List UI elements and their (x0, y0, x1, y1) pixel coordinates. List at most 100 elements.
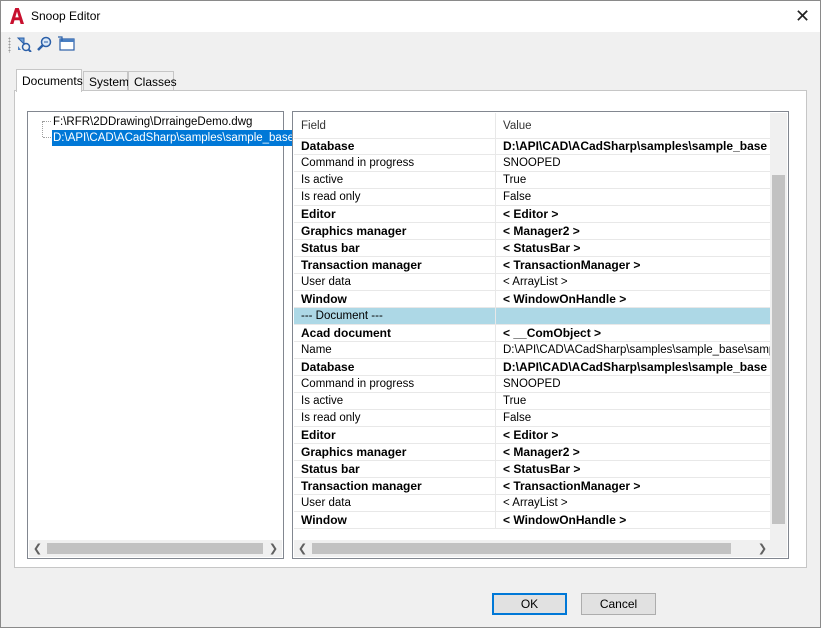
value-cell: D:\API\CAD\ACadSharp\samples\sample_base (503, 360, 768, 374)
value-cell: < TransactionManager > (503, 479, 641, 493)
value-cell: SNOOPED (503, 378, 561, 390)
value-cell: < StatusBar > (503, 241, 581, 255)
tab-documents[interactable]: Documents (16, 69, 83, 92)
grid-row[interactable]: Database D:\API\CAD\ACadSharp\samples\sam… (294, 359, 771, 376)
scroll-right-arrow-icon[interactable]: ❯ (754, 540, 771, 557)
value-cell: < Editor > (503, 428, 559, 442)
tab-system[interactable]: System (83, 71, 130, 91)
field-cell: User data (294, 274, 496, 290)
tree-connector (43, 121, 51, 122)
field-cell: Is read only (294, 189, 496, 205)
scroll-thumb[interactable] (312, 543, 731, 554)
grid-row[interactable]: Editor < Editor > (294, 206, 771, 223)
grid-row[interactable]: Is active True (294, 172, 771, 189)
close-button[interactable]: ✕ (785, 1, 820, 32)
value-cell: D:\API\CAD\ACadSharp\samples\sample_base… (503, 344, 771, 356)
scroll-left-arrow-icon[interactable]: ❮ (29, 540, 46, 557)
value-cell: False (503, 412, 532, 424)
value-cell: < Manager2 > (503, 224, 580, 238)
tab-classes[interactable]: Classes (128, 71, 177, 91)
grid-row[interactable]: Is read only False (294, 410, 771, 427)
grid-row[interactable]: Transaction manager < TransactionManager … (294, 478, 771, 495)
field-cell: Graphics manager (294, 223, 496, 239)
snoop-zoom-icon (37, 36, 52, 51)
grid-section-row[interactable]: --- Document --- (294, 308, 771, 325)
grid-row[interactable]: Acad document < __ComObject > (294, 325, 771, 342)
grid-row[interactable]: Status bar < StatusBar > (294, 240, 771, 257)
grid-row[interactable]: Window < WindowOnHandle > (294, 291, 771, 308)
field-cell: Is read only (294, 410, 496, 426)
grid-row[interactable]: Transaction manager < TransactionManager … (294, 257, 771, 274)
grid-row[interactable]: User data < ArrayList > (294, 495, 771, 512)
window-title: Snoop Editor (31, 9, 101, 23)
toolbar (8, 34, 128, 54)
value-cell: < Editor > (503, 207, 559, 221)
snoop-zoom-button[interactable] (35, 35, 55, 53)
toolbar-grip[interactable] (8, 37, 11, 53)
column-header-value[interactable]: Value (496, 113, 532, 139)
field-cell: Is active (294, 393, 496, 409)
field-cell: Acad document (294, 325, 496, 341)
snoop-entity-button[interactable] (14, 35, 34, 53)
field-cell: Window (294, 291, 496, 307)
value-cell: < WindowOnHandle > (503, 513, 627, 527)
grid-row[interactable]: Command in progress SNOOPED (294, 376, 771, 393)
field-cell: Editor (294, 206, 496, 222)
tree-node-document-selected[interactable]: D:\API\CAD\ACadSharp\samples\sample_base (52, 130, 295, 146)
value-cell: < WindowOnHandle > (503, 292, 627, 306)
grid-row[interactable]: Is active True (294, 393, 771, 410)
field-cell: Is active (294, 172, 496, 188)
tab-label: Documents (22, 74, 83, 88)
grid-horizontal-scrollbar[interactable]: ❮ ❯ (294, 540, 771, 557)
field-cell: Database (294, 359, 496, 375)
documents-tree[interactable]: F:\RFR\2DDrawing\DrraingeDemo.dwg D:\API… (27, 111, 295, 559)
title-bar: Snoop Editor ✕ (1, 1, 820, 32)
close-icon: ✕ (794, 6, 811, 26)
value-cell: < ArrayList > (503, 497, 568, 509)
grid-row[interactable]: Name D:\API\CAD\ACadSharp\samples\sample_… (294, 342, 771, 359)
property-grid[interactable]: Field Value Database D:\API\CAD\ACadSharp… (292, 111, 789, 559)
scroll-thumb[interactable] (772, 175, 785, 524)
tree-node-document[interactable]: F:\RFR\2DDrawing\DrraingeDemo.dwg (52, 114, 253, 130)
grid-row[interactable]: Database D:\API\CAD\ACadSharp\samples\sam… (294, 138, 771, 155)
field-cell: Status bar (294, 461, 496, 477)
field-cell: Transaction manager (294, 257, 496, 273)
cancel-button[interactable]: Cancel (581, 593, 656, 615)
grid-row[interactable]: Status bar < StatusBar > (294, 461, 771, 478)
field-cell: Transaction manager (294, 478, 496, 494)
grid-vertical-scrollbar[interactable] (770, 113, 787, 540)
grid-row[interactable]: Editor < Editor > (294, 427, 771, 444)
grid-row[interactable]: Graphics manager < Manager2 > (294, 444, 771, 461)
value-cell: < __ComObject > (503, 326, 602, 340)
tree-connector (42, 121, 43, 137)
field-cell: Editor (294, 427, 496, 443)
field-cell: Database (294, 138, 496, 154)
snoop-editor-window: Snoop Editor ✕ Documents System Classes … (0, 0, 821, 628)
grid-row[interactable]: Window < WindowOnHandle > (294, 512, 771, 529)
tree-horizontal-scrollbar[interactable]: ❮ ❯ (29, 540, 282, 557)
grid-row[interactable]: Graphics manager < Manager2 > (294, 223, 771, 240)
grid-row[interactable]: User data < ArrayList > (294, 274, 771, 291)
field-cell: User data (294, 495, 496, 511)
grid-header: Field Value (294, 113, 771, 139)
tab-label: Classes (134, 75, 177, 89)
snoop-window-button[interactable] (57, 35, 77, 53)
tab-label: System (89, 75, 130, 89)
value-cell: SNOOPED (503, 157, 561, 169)
scroll-left-arrow-icon[interactable]: ❮ (294, 540, 311, 557)
field-cell: Status bar (294, 240, 496, 256)
field-cell: Name (294, 342, 496, 358)
column-header-field[interactable]: Field (294, 113, 496, 139)
scroll-right-arrow-icon[interactable]: ❯ (265, 540, 282, 557)
field-cell: Command in progress (294, 376, 496, 392)
value-cell: < Manager2 > (503, 445, 580, 459)
ok-button[interactable]: OK (492, 593, 567, 615)
scroll-thumb[interactable] (47, 543, 263, 554)
field-cell: --- Document --- (294, 308, 496, 324)
grid-row[interactable]: Command in progress SNOOPED (294, 155, 771, 172)
value-cell: True (503, 174, 527, 186)
grid-row[interactable]: Is read only False (294, 189, 771, 206)
value-cell: True (503, 395, 527, 407)
value-cell: < StatusBar > (503, 462, 581, 476)
value-cell: False (503, 191, 532, 203)
